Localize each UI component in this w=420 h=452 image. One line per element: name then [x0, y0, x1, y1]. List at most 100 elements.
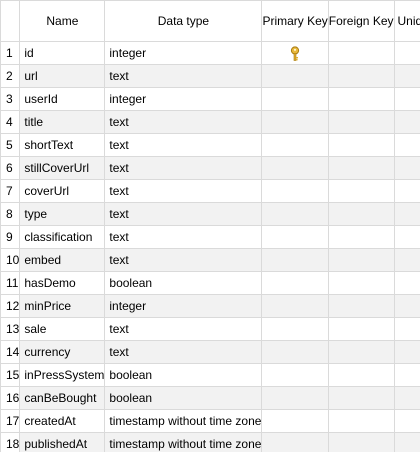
data-type-cell[interactable]: boolean	[104, 386, 263, 410]
primary-key-cell[interactable]	[261, 225, 329, 249]
primary-key-cell[interactable]	[261, 432, 329, 452]
primary-key-cell[interactable]	[261, 271, 329, 295]
table-row[interactable]: 4 title text	[0, 110, 420, 134]
row-number[interactable]: 11	[0, 271, 21, 295]
data-type-cell[interactable]: text	[104, 340, 263, 364]
table-row[interactable]: 9 classification text	[0, 225, 420, 249]
column-name-cell[interactable]: coverUrl	[19, 179, 106, 203]
table-row[interactable]: 15 inPressSystem boolean	[0, 363, 420, 387]
unique-cell[interactable]	[393, 340, 420, 364]
foreign-key-cell[interactable]	[327, 156, 395, 180]
table-row[interactable]: 11 hasDemo boolean	[0, 271, 420, 295]
row-number[interactable]: 5	[0, 133, 21, 157]
foreign-key-cell[interactable]	[327, 271, 395, 295]
data-type-cell[interactable]: timestamp without time zone	[104, 409, 263, 433]
row-number[interactable]: 3	[0, 87, 21, 111]
column-name-cell[interactable]: minPrice	[19, 294, 106, 318]
data-type-cell[interactable]: integer	[104, 294, 263, 318]
row-number[interactable]: 9	[0, 225, 21, 249]
unique-cell[interactable]	[393, 317, 420, 341]
row-number[interactable]: 15	[0, 363, 21, 387]
column-name-cell[interactable]: type	[19, 202, 106, 226]
foreign-key-cell[interactable]	[327, 248, 395, 272]
primary-key-cell[interactable]	[261, 156, 329, 180]
table-row[interactable]: 17 createdAt timestamp without time zone	[0, 409, 420, 433]
column-name-cell[interactable]: title	[19, 110, 106, 134]
table-row[interactable]: 7 coverUrl text	[0, 179, 420, 203]
foreign-key-cell[interactable]	[327, 294, 395, 318]
table-row[interactable]: 8 type text	[0, 202, 420, 226]
data-type-cell[interactable]: text	[104, 156, 263, 180]
data-type-cell[interactable]: text	[104, 225, 263, 249]
data-type-cell[interactable]: boolean	[104, 363, 263, 387]
row-number[interactable]: 4	[0, 110, 21, 134]
data-type-cell[interactable]: integer	[104, 87, 263, 111]
data-type-cell[interactable]: text	[104, 202, 263, 226]
data-type-cell[interactable]: integer	[104, 41, 263, 65]
table-row[interactable]: 10 embed text	[0, 248, 420, 272]
row-number[interactable]: 16	[0, 386, 21, 410]
table-row[interactable]: 3 userId integer	[0, 87, 420, 111]
primary-key-cell[interactable]	[261, 386, 329, 410]
primary-key-cell[interactable]	[261, 363, 329, 387]
foreign-key-cell[interactable]	[327, 409, 395, 433]
data-type-cell[interactable]: text	[104, 248, 263, 272]
unique-cell[interactable]	[393, 294, 420, 318]
data-type-cell[interactable]: text	[104, 64, 263, 88]
column-name-cell[interactable]: createdAt	[19, 409, 106, 433]
table-row[interactable]: 18 publishedAt timestamp without time zone	[0, 432, 420, 452]
data-type-cell[interactable]: boolean	[104, 271, 263, 295]
primary-key-cell[interactable]	[261, 179, 329, 203]
primary-key-cell[interactable]	[261, 133, 329, 157]
unique-cell[interactable]	[393, 41, 420, 65]
row-number[interactable]: 10	[0, 248, 21, 272]
data-type-cell[interactable]: text	[104, 317, 263, 341]
unique-cell[interactable]	[393, 133, 420, 157]
row-number[interactable]: 1	[0, 41, 21, 65]
column-header-data-type[interactable]: Data type	[104, 0, 263, 42]
foreign-key-cell[interactable]	[327, 225, 395, 249]
foreign-key-cell[interactable]	[327, 110, 395, 134]
unique-cell[interactable]	[393, 202, 420, 226]
column-name-cell[interactable]: id	[19, 41, 106, 65]
foreign-key-cell[interactable]	[327, 41, 395, 65]
column-name-cell[interactable]: embed	[19, 248, 106, 272]
row-number[interactable]: 8	[0, 202, 21, 226]
primary-key-cell[interactable]	[261, 202, 329, 226]
foreign-key-cell[interactable]	[327, 317, 395, 341]
unique-cell[interactable]	[393, 64, 420, 88]
foreign-key-cell[interactable]	[327, 340, 395, 364]
foreign-key-cell[interactable]	[327, 133, 395, 157]
primary-key-cell[interactable]	[261, 110, 329, 134]
table-row[interactable]: 14 currency text	[0, 340, 420, 364]
row-number[interactable]: 12	[0, 294, 21, 318]
table-row[interactable]: 16 canBeBought boolean	[0, 386, 420, 410]
column-name-cell[interactable]: hasDemo	[19, 271, 106, 295]
column-name-cell[interactable]: currency	[19, 340, 106, 364]
data-type-cell[interactable]: text	[104, 133, 263, 157]
foreign-key-cell[interactable]	[327, 179, 395, 203]
column-name-cell[interactable]: shortText	[19, 133, 106, 157]
foreign-key-cell[interactable]	[327, 87, 395, 111]
column-name-cell[interactable]: canBeBought	[19, 386, 106, 410]
data-type-cell[interactable]: text	[104, 110, 263, 134]
row-number[interactable]: 6	[0, 156, 21, 180]
unique-cell[interactable]	[393, 386, 420, 410]
primary-key-cell[interactable]	[261, 317, 329, 341]
foreign-key-cell[interactable]	[327, 363, 395, 387]
foreign-key-cell[interactable]	[327, 386, 395, 410]
column-name-cell[interactable]: publishedAt	[19, 432, 106, 452]
foreign-key-cell[interactable]	[327, 432, 395, 452]
column-name-cell[interactable]: sale	[19, 317, 106, 341]
column-header-primary-key[interactable]: Primary Key	[261, 0, 329, 42]
row-number[interactable]: 2	[0, 64, 21, 88]
row-number-header[interactable]	[0, 0, 21, 42]
table-row[interactable]: 12 minPrice integer	[0, 294, 420, 318]
row-number[interactable]: 18	[0, 432, 21, 452]
column-name-cell[interactable]: classification	[19, 225, 106, 249]
unique-cell[interactable]	[393, 248, 420, 272]
row-number[interactable]: 13	[0, 317, 21, 341]
column-name-cell[interactable]: userId	[19, 87, 106, 111]
unique-cell[interactable]	[393, 409, 420, 433]
unique-cell[interactable]	[393, 432, 420, 452]
